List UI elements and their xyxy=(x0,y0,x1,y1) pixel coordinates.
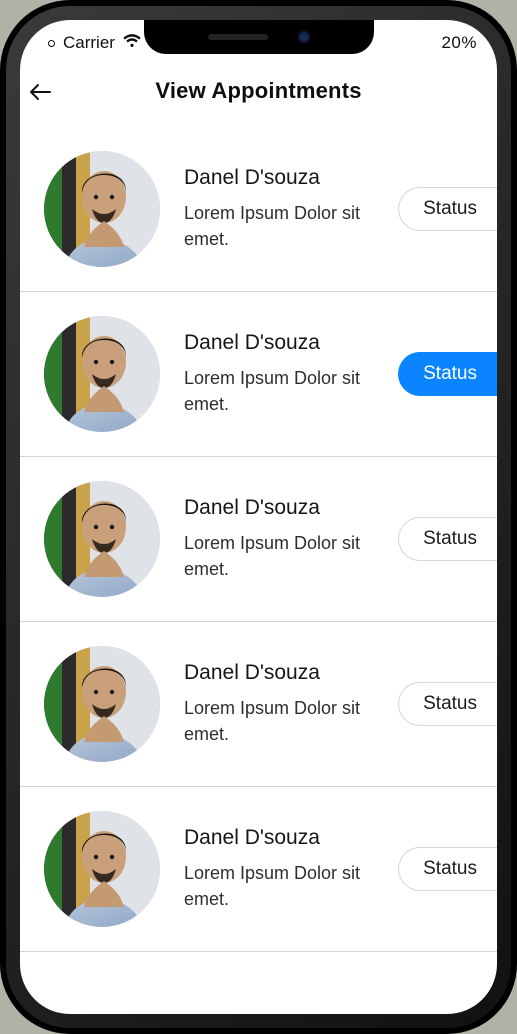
front-camera xyxy=(298,31,310,43)
phone-frame: Carrier 20% View Appointments xyxy=(0,0,517,1034)
signal-icon xyxy=(48,40,55,47)
header: View Appointments xyxy=(20,60,497,126)
appointments-list[interactable]: Danel D'souza Lorem Ipsum Dolor sit emet.… xyxy=(20,126,497,952)
battery-label: 20% xyxy=(441,33,477,53)
page-title: View Appointments xyxy=(20,78,497,104)
appointment-name: Danel D'souza xyxy=(184,331,374,355)
appointment-desc: Lorem Ipsum Dolor sit emet. xyxy=(184,695,374,747)
status-button[interactable]: Status xyxy=(398,517,497,561)
appointment-name: Danel D'souza xyxy=(184,826,374,850)
status-button[interactable]: Status xyxy=(398,352,497,396)
appointment-desc: Lorem Ipsum Dolor sit emet. xyxy=(184,365,374,417)
arrow-left-icon xyxy=(29,83,51,101)
status-button[interactable]: Status xyxy=(398,847,497,891)
appointment-row[interactable]: Danel D'souza Lorem Ipsum Dolor sit emet.… xyxy=(20,292,497,457)
appointment-row[interactable]: Danel D'souza Lorem Ipsum Dolor sit emet.… xyxy=(20,457,497,622)
avatar xyxy=(44,811,160,927)
appointment-info: Danel D'souza Lorem Ipsum Dolor sit emet. xyxy=(184,661,374,747)
screen: Carrier 20% View Appointments xyxy=(20,20,497,1014)
avatar xyxy=(44,151,160,267)
wifi-icon xyxy=(123,33,141,53)
appointment-desc: Lorem Ipsum Dolor sit emet. xyxy=(184,200,374,252)
appointment-info: Danel D'souza Lorem Ipsum Dolor sit emet. xyxy=(184,331,374,417)
appointment-row[interactable]: Danel D'souza Lorem Ipsum Dolor sit emet.… xyxy=(20,126,497,292)
appointment-desc: Lorem Ipsum Dolor sit emet. xyxy=(184,860,374,912)
status-left: Carrier xyxy=(48,33,141,53)
back-button[interactable] xyxy=(26,80,54,104)
appointment-row[interactable]: Danel D'souza Lorem Ipsum Dolor sit emet.… xyxy=(20,622,497,787)
appointment-info: Danel D'souza Lorem Ipsum Dolor sit emet. xyxy=(184,166,374,252)
avatar xyxy=(44,316,160,432)
avatar xyxy=(44,646,160,762)
carrier-label: Carrier xyxy=(63,33,115,53)
appointment-desc: Lorem Ipsum Dolor sit emet. xyxy=(184,530,374,582)
status-button[interactable]: Status xyxy=(398,682,497,726)
avatar xyxy=(44,481,160,597)
appointment-name: Danel D'souza xyxy=(184,661,374,685)
status-button[interactable]: Status xyxy=(398,187,497,231)
appointment-info: Danel D'souza Lorem Ipsum Dolor sit emet. xyxy=(184,826,374,912)
speaker-grille xyxy=(208,34,268,40)
notch xyxy=(144,20,374,54)
appointment-name: Danel D'souza xyxy=(184,166,374,190)
appointment-info: Danel D'souza Lorem Ipsum Dolor sit emet. xyxy=(184,496,374,582)
appointment-name: Danel D'souza xyxy=(184,496,374,520)
appointment-row[interactable]: Danel D'souza Lorem Ipsum Dolor sit emet.… xyxy=(20,787,497,952)
